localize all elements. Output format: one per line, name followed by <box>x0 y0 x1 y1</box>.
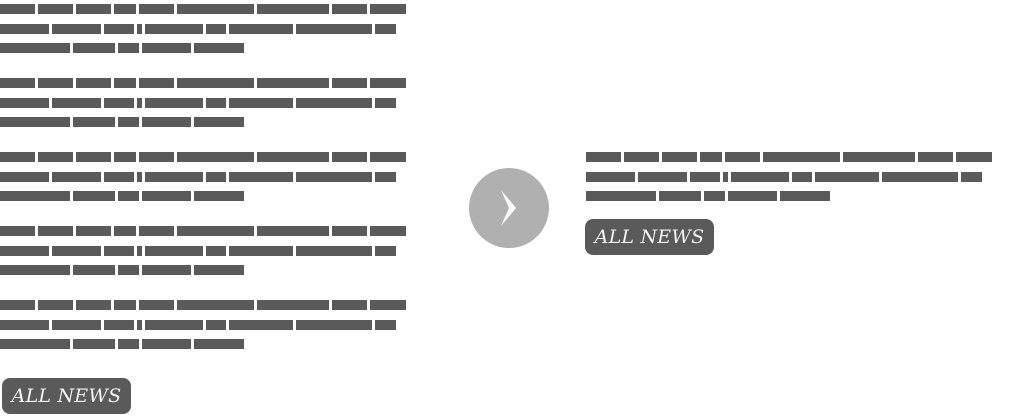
news-item[interactable] <box>0 226 410 275</box>
all-news-button[interactable]: ALL NEWS <box>585 219 714 255</box>
news-item[interactable] <box>586 152 996 201</box>
placeholder-text-line <box>0 319 410 330</box>
news-item[interactable] <box>0 4 410 53</box>
placeholder-text-line <box>0 78 410 88</box>
placeholder-text-line <box>0 226 410 236</box>
placeholder-text-line <box>586 191 996 201</box>
placeholder-text-line <box>0 152 410 162</box>
placeholder-text-line <box>0 4 410 14</box>
placeholder-text-line <box>0 191 410 201</box>
placeholder-text-line <box>586 171 996 182</box>
placeholder-text-line <box>0 117 410 127</box>
chevron-right-icon <box>501 190 516 226</box>
placeholder-text-line <box>0 171 410 182</box>
news-list-collapsed <box>586 152 996 201</box>
placeholder-text-line <box>0 43 410 53</box>
news-item[interactable] <box>0 152 410 201</box>
news-item[interactable] <box>0 78 410 127</box>
placeholder-text-line <box>0 265 410 275</box>
placeholder-text-line <box>0 245 410 256</box>
placeholder-text-line <box>0 339 410 349</box>
placeholder-text-line <box>0 300 410 310</box>
news-item[interactable] <box>0 300 410 349</box>
placeholder-text-line <box>586 152 996 162</box>
news-list-expanded <box>0 4 410 349</box>
arrow-transition <box>469 168 549 248</box>
placeholder-text-line <box>0 97 410 108</box>
all-news-button[interactable]: ALL NEWS <box>2 378 131 414</box>
placeholder-text-line <box>0 23 410 34</box>
